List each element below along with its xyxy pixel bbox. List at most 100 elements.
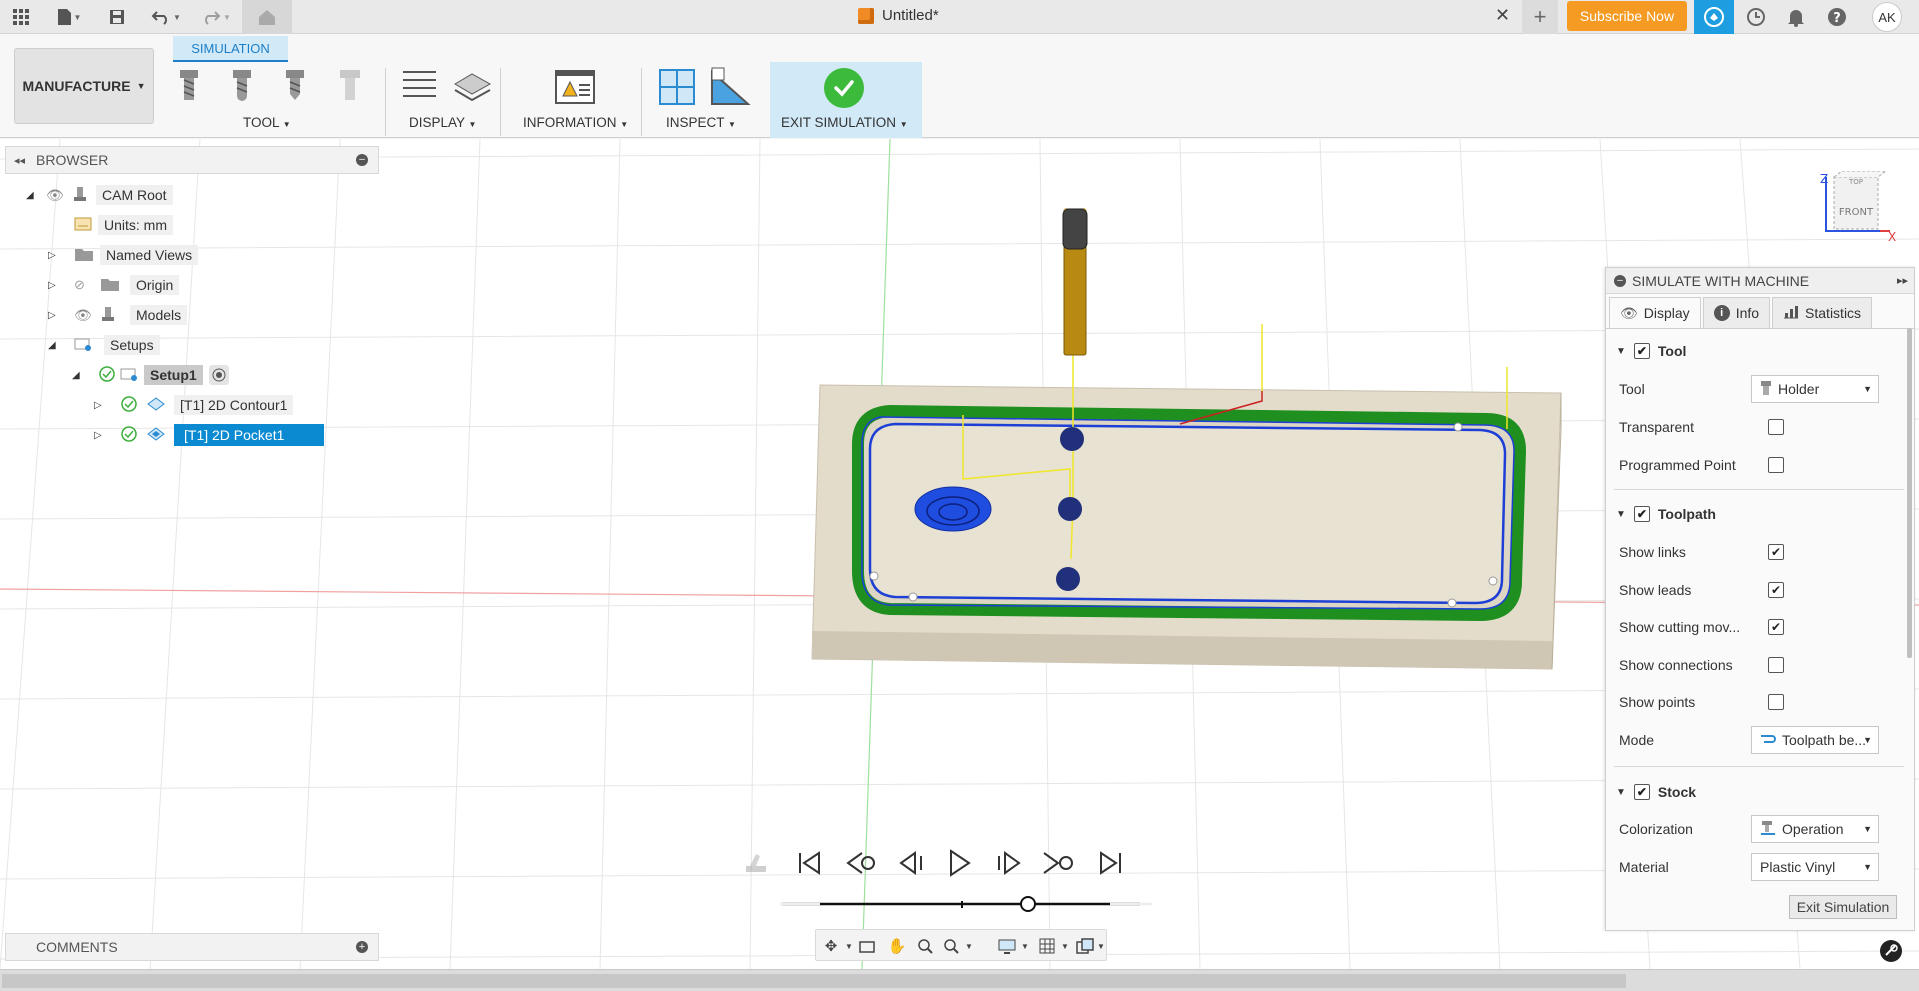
- collapse-triangle-icon[interactable]: ◢: [48, 340, 74, 351]
- inspect-group-menu[interactable]: INSPECT ▼: [666, 115, 736, 130]
- chevron-down-icon[interactable]: ▼: [1054, 936, 1076, 956]
- exit-simulation-group-menu[interactable]: EXIT SIMULATION ▼: [781, 115, 908, 130]
- previous-operation-button[interactable]: [845, 847, 877, 879]
- minimize-panel-icon[interactable]: –: [356, 154, 368, 166]
- display-group-icons[interactable]: [400, 66, 500, 106]
- expand-panel-icon[interactable]: ▸▸: [1897, 274, 1908, 287]
- undo-button[interactable]: ▼: [146, 4, 186, 30]
- eye-hidden-icon[interactable]: ⊘: [74, 277, 100, 293]
- programmed-point-checkbox[interactable]: [1768, 457, 1784, 473]
- tree-item-units[interactable]: Units: mm: [74, 213, 173, 237]
- step-back-button[interactable]: [896, 847, 928, 879]
- job-status-icon[interactable]: [1743, 4, 1769, 30]
- tab-display[interactable]: 👁 Display: [1609, 297, 1701, 328]
- expand-triangle-icon[interactable]: ▷: [94, 400, 120, 411]
- inspect-group-icons[interactable]: [658, 66, 754, 108]
- sim-panel-header[interactable]: – SIMULATE WITH MACHINE ▸▸: [1606, 268, 1914, 294]
- skip-to-start-button[interactable]: [794, 847, 826, 879]
- tree-item-setup1[interactable]: ◢ Setup1: [72, 363, 229, 387]
- eye-icon[interactable]: 👁: [74, 307, 100, 324]
- tool-section-checkbox[interactable]: ✔: [1633, 343, 1650, 359]
- save-icon[interactable]: [106, 4, 128, 30]
- activate-setup-icon[interactable]: [208, 365, 229, 385]
- comments-panel[interactable]: COMMENTS +: [5, 933, 379, 961]
- display-group-menu[interactable]: DISPLAY ▼: [409, 115, 476, 130]
- show-connections-checkbox[interactable]: [1768, 657, 1784, 673]
- skip-to-end-button[interactable]: [1094, 847, 1126, 879]
- zoom-icon[interactable]: [914, 936, 936, 956]
- next-operation-button[interactable]: [1042, 847, 1074, 879]
- feedback-icon[interactable]: [1880, 940, 1902, 962]
- show-cutting-moves-checkbox[interactable]: ✔: [1768, 619, 1784, 635]
- toolpath-section-checkbox[interactable]: ✔: [1633, 506, 1650, 522]
- notifications-bell-icon[interactable]: [1783, 4, 1809, 30]
- expand-triangle-icon[interactable]: ▷: [48, 280, 74, 291]
- file-menu-button[interactable]: ▼: [50, 4, 88, 30]
- play-button[interactable]: [943, 847, 975, 879]
- timeline-slider[interactable]: [780, 894, 1152, 914]
- view-cube[interactable]: TOP FRONT Z X: [1816, 171, 1896, 243]
- tree-item-named-views[interactable]: ▷ Named Views: [48, 243, 199, 267]
- show-leads-checkbox[interactable]: ✔: [1768, 582, 1784, 598]
- home-button[interactable]: [242, 0, 292, 34]
- tab-info[interactable]: i Info: [1702, 297, 1771, 328]
- help-icon[interactable]: ?: [1824, 4, 1850, 30]
- tool-section-header[interactable]: ▼ ✔ Tool: [1616, 343, 1686, 359]
- subscribe-button[interactable]: Subscribe Now: [1567, 1, 1687, 31]
- mode-select[interactable]: Toolpath be... ▼: [1751, 726, 1879, 754]
- transparent-checkbox[interactable]: [1768, 419, 1784, 435]
- app-grid-icon[interactable]: [8, 4, 34, 30]
- chevron-down-icon[interactable]: ▼: [958, 936, 980, 956]
- stock-section-header[interactable]: ▼ ✔ Stock: [1616, 784, 1696, 800]
- look-at-icon[interactable]: [856, 936, 878, 956]
- collapse-triangle-icon[interactable]: ◢: [26, 190, 46, 201]
- show-points-checkbox[interactable]: [1768, 694, 1784, 710]
- tree-item-origin[interactable]: ▷ ⊘ Origin: [48, 273, 180, 297]
- pan-hand-icon[interactable]: ✋: [886, 936, 908, 956]
- toolpath-section-header[interactable]: ▼ ✔ Toolpath: [1616, 506, 1716, 522]
- redo-button[interactable]: ▼: [196, 4, 236, 30]
- tree-item-setups[interactable]: ◢ Setups: [48, 333, 160, 357]
- tool-group-icons[interactable]: [178, 64, 368, 144]
- expand-triangle-icon[interactable]: ▷: [94, 430, 120, 441]
- material-select[interactable]: Plastic Vinyl ▼: [1751, 853, 1879, 881]
- chevron-down-icon[interactable]: ▼: [1090, 936, 1112, 956]
- tool-display-select[interactable]: Holder ▼: [1751, 375, 1879, 403]
- expand-triangle-icon[interactable]: ▷: [48, 310, 74, 321]
- tab-simulation[interactable]: SIMULATION: [173, 36, 288, 62]
- exit-simulation-check-icon[interactable]: [824, 68, 864, 108]
- browser-panel-header[interactable]: ◂◂ BROWSER –: [5, 146, 379, 174]
- chevron-down-icon[interactable]: ▼: [1014, 936, 1036, 956]
- add-comment-icon[interactable]: +: [356, 941, 368, 953]
- stock-section-checkbox[interactable]: ✔: [1633, 784, 1650, 800]
- expand-triangle-icon[interactable]: ▷: [48, 250, 74, 261]
- eye-icon[interactable]: 👁: [46, 187, 72, 204]
- panel-scrollbar[interactable]: [1907, 328, 1912, 658]
- collapse-triangle-icon[interactable]: ◢: [72, 370, 98, 381]
- tree-item-contour1[interactable]: ▷ [T1] 2D Contour1: [94, 393, 294, 417]
- colorization-select[interactable]: Operation ▼: [1751, 815, 1879, 843]
- machine-icon[interactable]: [742, 848, 770, 876]
- step-forward-button[interactable]: [992, 847, 1024, 879]
- tree-item-cam-root[interactable]: ◢ 👁 CAM Root: [26, 183, 173, 207]
- information-group-menu[interactable]: INFORMATION ▼: [523, 115, 628, 130]
- tree-item-pocket1[interactable]: ▷ [T1] 2D Pocket1: [94, 423, 325, 447]
- extensions-button[interactable]: [1694, 0, 1734, 34]
- user-avatar[interactable]: AK: [1872, 2, 1902, 32]
- collapse-panel-icon[interactable]: ◂◂: [14, 154, 25, 167]
- collapse-triangle-icon[interactable]: ▼: [1616, 787, 1626, 798]
- tool-display-value: Holder: [1778, 381, 1820, 397]
- exit-simulation-button[interactable]: Exit Simulation: [1789, 895, 1897, 919]
- tree-item-models[interactable]: ▷ 👁 Models: [48, 303, 188, 327]
- minimize-panel-icon[interactable]: –: [1614, 274, 1626, 287]
- show-links-checkbox[interactable]: ✔: [1768, 544, 1784, 560]
- horizontal-scrollbar[interactable]: [2, 974, 1626, 988]
- workspace-switcher[interactable]: MANUFACTURE ▼: [14, 48, 154, 124]
- close-document-icon[interactable]: ✕: [1495, 5, 1510, 26]
- collapse-triangle-icon[interactable]: ▼: [1616, 509, 1626, 520]
- tool-group-menu[interactable]: TOOL ▼: [243, 115, 291, 130]
- information-warning-icon[interactable]: [555, 70, 595, 104]
- collapse-triangle-icon[interactable]: ▼: [1616, 346, 1626, 357]
- tab-statistics[interactable]: Statistics: [1772, 297, 1873, 328]
- new-tab-button[interactable]: +: [1522, 0, 1558, 34]
